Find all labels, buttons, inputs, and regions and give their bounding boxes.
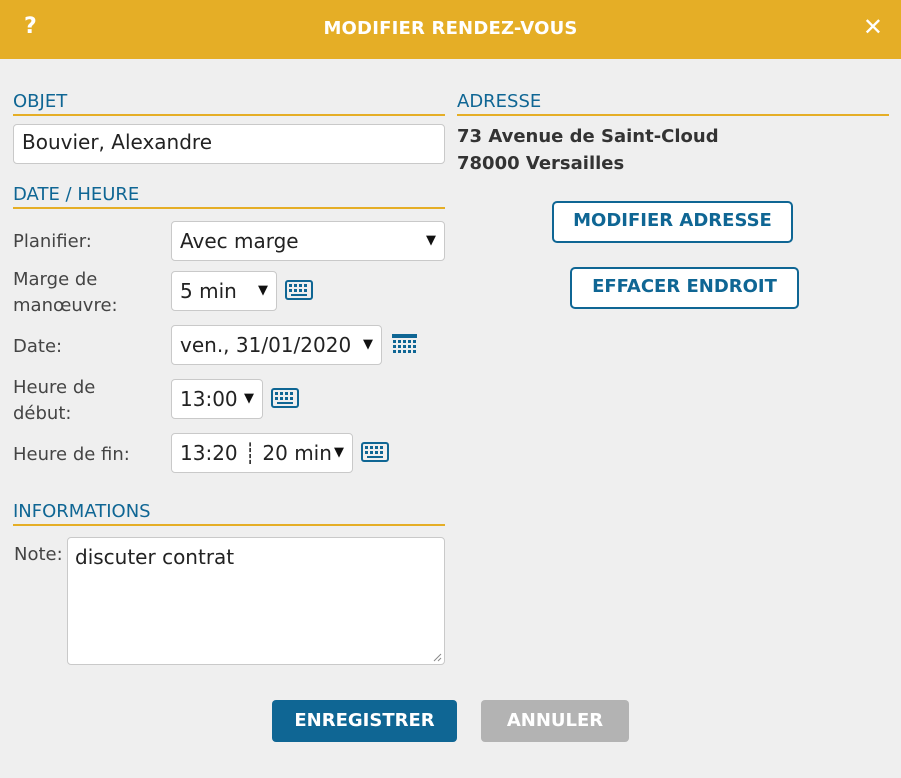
planifier-value: Avec marge	[180, 229, 299, 253]
note-label: Note:	[14, 544, 63, 565]
fin-value: 13:20 ┊ 20 min	[180, 441, 332, 465]
keyboard-icon[interactable]	[285, 280, 313, 300]
clear-location-button[interactable]: EFFACER ENDROIT	[570, 267, 799, 309]
debut-label: Heure de début:	[13, 375, 95, 427]
chevron-down-icon: ▼	[334, 445, 344, 460]
chevron-down-icon: ▼	[363, 337, 373, 352]
close-button[interactable]: ✕	[863, 13, 883, 41]
note-value: discuter contrat	[75, 545, 235, 569]
keyboard-icon[interactable]	[271, 388, 299, 408]
marge-select[interactable]: 5 min ▼	[171, 271, 277, 311]
cancel-button[interactable]: ANNULER	[481, 700, 629, 742]
objet-input[interactable]: Bouvier, Alexandre	[13, 124, 445, 164]
marge-value: 5 min	[180, 279, 237, 303]
chevron-down-icon: ▼	[426, 233, 436, 248]
date-value: ven., 31/01/2020	[180, 333, 352, 357]
section-title-date-heure: DATE / HEURE	[13, 184, 445, 209]
keyboard-icon[interactable]	[361, 442, 389, 462]
debut-value: 13:00	[180, 387, 238, 411]
calendar-icon[interactable]	[391, 333, 418, 355]
resize-grip-icon[interactable]	[432, 652, 442, 662]
section-title-objet: OBJET	[13, 91, 445, 116]
address-line2: 78000 Versailles	[457, 153, 625, 174]
fin-select[interactable]: 13:20 ┊ 20 min ▼	[171, 433, 353, 473]
planifier-label: Planifier:	[13, 231, 92, 252]
marge-label: Marge de manœuvre:	[13, 267, 118, 319]
date-label: Date:	[13, 336, 63, 357]
chevron-down-icon: ▼	[244, 391, 254, 406]
dialog-title: MODIFIER RENDEZ-VOUS	[323, 18, 578, 39]
marge-label-line1: Marge de	[13, 269, 98, 290]
debut-label-line1: Heure de	[13, 377, 96, 398]
address-line1: 73 Avenue de Saint-Cloud	[457, 126, 719, 147]
note-textarea[interactable]: discuter contrat	[67, 537, 445, 665]
save-button[interactable]: ENREGISTRER	[272, 700, 457, 742]
dialog-titlebar: ? MODIFIER RENDEZ-VOUS ✕	[0, 0, 901, 59]
modify-address-button[interactable]: MODIFIER ADRESSE	[552, 201, 793, 243]
section-title-adresse: ADRESSE	[457, 91, 889, 116]
marge-label-line2: manœuvre:	[13, 295, 118, 316]
debut-label-line2: début:	[13, 403, 72, 424]
section-title-informations: INFORMATIONS	[13, 501, 445, 526]
date-select[interactable]: ven., 31/01/2020 ▼	[171, 325, 382, 365]
chevron-down-icon: ▼	[258, 283, 268, 298]
planifier-select[interactable]: Avec marge ▼	[171, 221, 445, 261]
fin-label: Heure de fin:	[13, 444, 130, 465]
debut-select[interactable]: 13:00 ▼	[171, 379, 263, 419]
